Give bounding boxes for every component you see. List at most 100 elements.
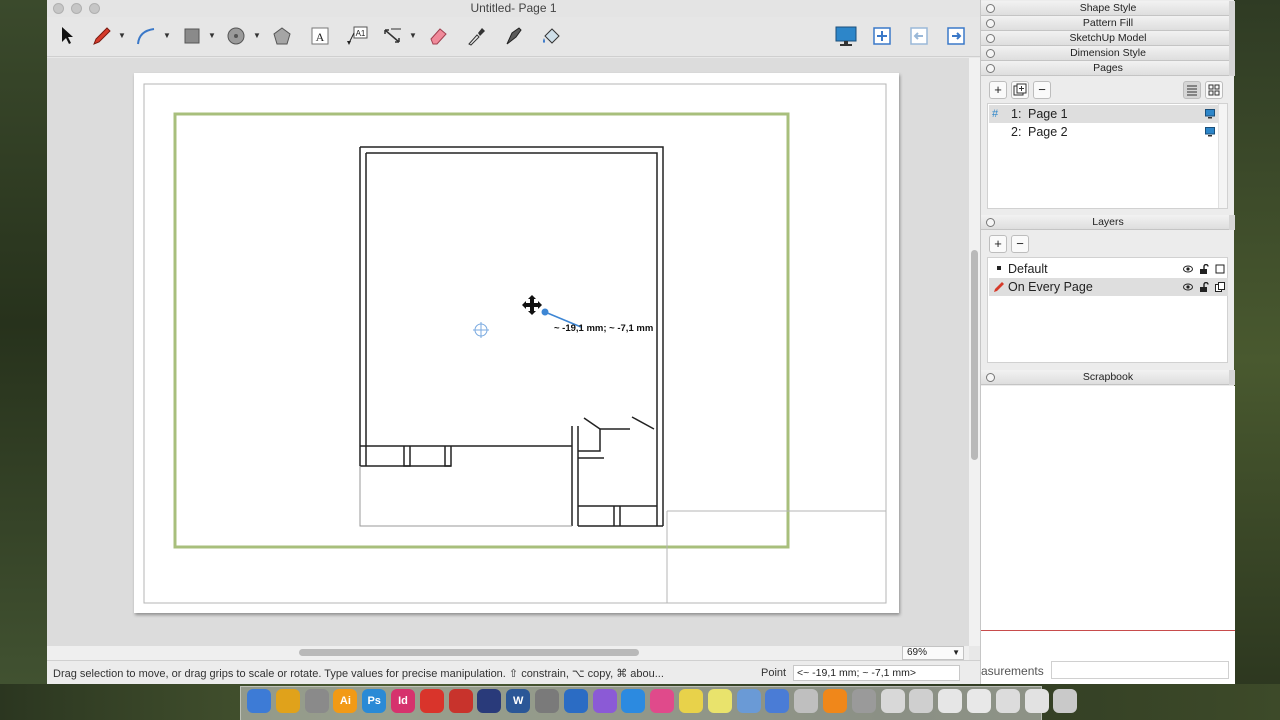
measurement-field[interactable]: <~ -19,1 mm; ~ -7,1 mm> xyxy=(793,665,960,681)
dock-id-icon[interactable]: Id xyxy=(391,689,415,713)
dock-notes-icon[interactable] xyxy=(707,689,732,713)
dock-acrobat-icon[interactable] xyxy=(419,689,444,713)
rectangle-tool-button[interactable] xyxy=(181,22,203,50)
dock-trash-icon[interactable] xyxy=(1053,689,1078,713)
dock-launchpad-icon[interactable] xyxy=(304,689,329,713)
add-layer-button[interactable]: + xyxy=(989,235,1007,253)
vertical-scrollbar[interactable] xyxy=(969,58,980,646)
dock-scanner-icon[interactable] xyxy=(909,689,934,713)
dock-w-icon[interactable]: W xyxy=(506,689,531,713)
dock-stack-icon[interactable] xyxy=(995,689,1020,713)
arc-dropdown-icon[interactable]: ▼ xyxy=(163,31,171,40)
measurements-field[interactable] xyxy=(1051,661,1229,679)
dock-files-icon[interactable] xyxy=(967,689,991,713)
pen-tool-button[interactable] xyxy=(503,22,525,50)
dock-camera-icon[interactable] xyxy=(477,689,502,713)
dock-ai-icon[interactable]: Ai xyxy=(333,689,358,713)
dimension-dropdown-icon[interactable]: ▼ xyxy=(409,31,417,40)
dock-stickies-icon[interactable] xyxy=(679,689,703,713)
paint-bucket-tool-button[interactable] xyxy=(539,22,563,50)
thumbnail-view-button[interactable] xyxy=(1205,81,1223,99)
panel-toggle-icon[interactable] xyxy=(986,19,995,28)
zoom-select[interactable]: 69% ▼ xyxy=(902,646,964,660)
horizontal-scrollbar[interactable]: 69% ▼ xyxy=(47,646,969,660)
dock-vlc-icon[interactable] xyxy=(823,689,847,713)
panel-toggle-icon[interactable] xyxy=(986,218,995,227)
tray-divider xyxy=(981,630,1235,631)
remove-layer-button[interactable]: − xyxy=(1011,235,1029,253)
panel-title: Layers xyxy=(1092,216,1124,228)
panel-sketchup-model[interactable]: SketchUp Model xyxy=(981,31,1235,46)
eraser-tool-button[interactable] xyxy=(427,22,449,50)
horizontal-scroll-thumb[interactable] xyxy=(299,649,639,656)
visibility-eye-icon xyxy=(1183,283,1193,291)
pages-list-scrollbar[interactable] xyxy=(1218,104,1227,208)
scrapbook-area[interactable] xyxy=(981,386,1235,684)
dock-star-icon[interactable] xyxy=(592,689,617,713)
polygon-tool-button[interactable] xyxy=(271,22,293,50)
thumbnail-view-icon xyxy=(1208,84,1220,96)
dock-ps-icon[interactable]: Ps xyxy=(362,689,387,713)
page-row[interactable]: 2: Page 2 xyxy=(989,123,1221,141)
dimension-tool-button[interactable] xyxy=(381,22,405,50)
page-paper[interactable]: ~ -19,1 mm; ~ -7,1 mm xyxy=(134,73,899,613)
dock-finder2-icon[interactable] xyxy=(851,689,876,713)
text-tool-button[interactable]: A xyxy=(309,22,331,50)
circle-tool-button[interactable] xyxy=(225,22,247,50)
close-window-button[interactable] xyxy=(53,3,64,14)
next-page-button[interactable] xyxy=(943,22,969,50)
page-row[interactable]: # 1: Page 1 xyxy=(989,105,1221,123)
rectangle-dropdown-icon[interactable]: ▼ xyxy=(208,31,216,40)
dock-chrome-icon[interactable] xyxy=(275,689,300,713)
panel-scrapbook[interactable]: Scrapbook xyxy=(981,370,1235,385)
dock-outlook-icon[interactable] xyxy=(563,689,588,713)
select-tool-button[interactable] xyxy=(55,22,79,50)
dock-stack2-icon[interactable] xyxy=(1024,689,1049,713)
pencil-tool-button[interactable] xyxy=(91,22,113,50)
panel-layers[interactable]: Layers xyxy=(981,215,1235,230)
dock-app-store-icon[interactable] xyxy=(621,689,646,713)
panel-toggle-icon[interactable] xyxy=(986,34,995,43)
rectangle-icon xyxy=(184,28,200,44)
panel-pages[interactable]: Pages xyxy=(981,61,1235,76)
minimize-window-button[interactable] xyxy=(71,3,82,14)
dock-preview-icon[interactable] xyxy=(736,689,761,713)
dock-itunes-icon[interactable] xyxy=(650,689,675,713)
panel-toggle-icon[interactable] xyxy=(986,64,995,73)
layer-row[interactable]: Default xyxy=(989,260,1228,278)
pencil-dropdown-icon[interactable]: ▼ xyxy=(118,31,126,40)
circle-dropdown-icon[interactable]: ▼ xyxy=(253,31,261,40)
dock-pdf-icon[interactable] xyxy=(448,689,473,713)
panel-toggle-icon[interactable] xyxy=(986,49,995,58)
zoom-window-button[interactable] xyxy=(89,3,100,14)
arc-tool-button[interactable] xyxy=(135,22,157,50)
vertical-scroll-thumb[interactable] xyxy=(971,250,978,460)
presentation-button[interactable] xyxy=(833,22,859,50)
layer-row[interactable]: On Every Page xyxy=(989,278,1228,296)
svg-text:A1: A1 xyxy=(356,29,366,38)
list-view-button[interactable] xyxy=(1183,81,1201,99)
page-name: Page 2 xyxy=(1028,125,1068,139)
drawing-canvas[interactable]: ~ -19,1 mm; ~ -7,1 mm xyxy=(47,58,969,646)
panel-shape-style[interactable]: Shape Style xyxy=(981,1,1235,16)
add-page-tray-button[interactable]: + xyxy=(989,81,1007,99)
dock-folder-icon[interactable] xyxy=(880,689,905,713)
panel-title: Pages xyxy=(1093,62,1123,74)
panel-toggle-icon[interactable] xyxy=(986,4,995,13)
label-tool-button[interactable]: A1 xyxy=(345,22,369,50)
measurement-tooltip: ~ -19,1 mm; ~ -7,1 mm xyxy=(554,323,654,334)
panel-toggle-icon[interactable] xyxy=(986,373,995,382)
select-arrow-icon xyxy=(62,27,73,44)
dock-docs-icon[interactable] xyxy=(938,689,963,713)
panel-pattern-fill[interactable]: Pattern Fill xyxy=(981,16,1235,31)
remove-page-button[interactable]: − xyxy=(1033,81,1051,99)
panel-dimension-style[interactable]: Dimension Style xyxy=(981,46,1235,61)
dock-keynote-icon[interactable] xyxy=(765,689,790,713)
add-page-button[interactable] xyxy=(869,22,895,50)
dock-system-prefs-icon[interactable] xyxy=(535,689,559,713)
dock-finder-icon[interactable] xyxy=(247,689,271,713)
style-tool-button[interactable] xyxy=(465,22,487,50)
previous-page-button[interactable] xyxy=(906,22,932,50)
dock-images-icon[interactable] xyxy=(794,689,819,713)
duplicate-page-button[interactable] xyxy=(1011,81,1029,99)
